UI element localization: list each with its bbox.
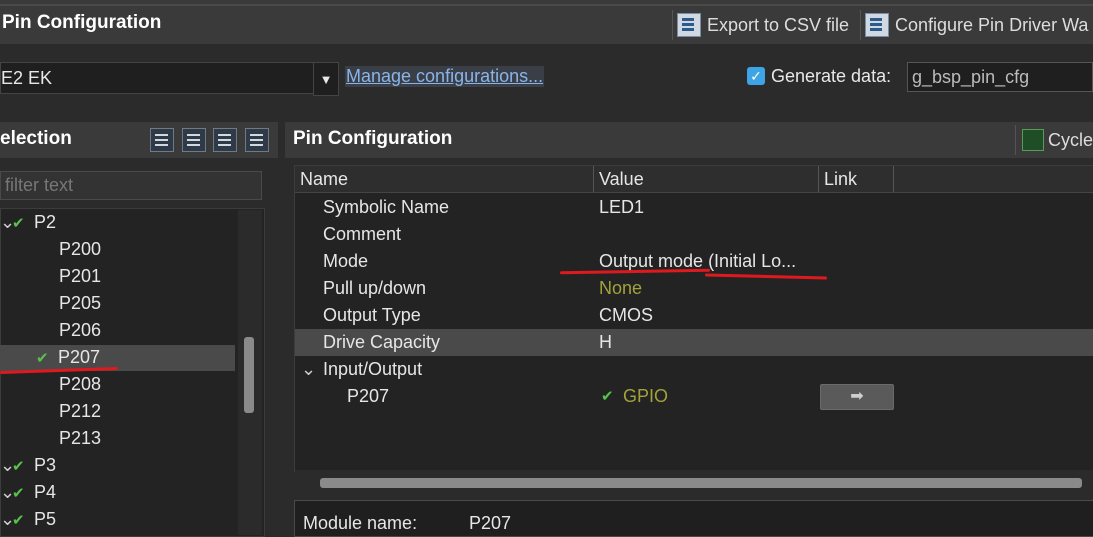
tree-item-label: P201 <box>59 266 102 286</box>
property-name: Symbolic Name <box>323 197 450 217</box>
tree-item-label: P205 <box>59 293 102 313</box>
tree-item-p207[interactable]: ✔ P207 <box>36 344 100 370</box>
generate-data-checkbox[interactable]: ✓ <box>747 67 765 85</box>
tree-item-label: P3 <box>34 455 57 475</box>
property-name: Drive Capacity <box>323 332 441 352</box>
expand-all-icon[interactable] <box>182 128 206 152</box>
cycle-icon <box>1022 129 1044 151</box>
tree-item-label: P200 <box>59 239 102 259</box>
check-icon: ✔ <box>12 215 25 232</box>
configure-driver-icon <box>865 13 889 37</box>
check-icon: ✓ <box>750 68 762 84</box>
tree-item-p200[interactable]: P200 <box>36 236 101 262</box>
tree-item-label: P5 <box>34 509 57 529</box>
check-icon: ✔ <box>601 388 614 405</box>
column-header-name[interactable]: Name <box>295 166 594 192</box>
list-view-icon[interactable] <box>150 128 174 152</box>
property-name: Mode <box>323 251 369 271</box>
tree-item-p3[interactable]: ⌄✔ P3 <box>0 452 56 478</box>
toolbar-divider <box>0 4 1093 6</box>
arrow-right-icon: ➡ <box>850 388 864 405</box>
property-name: Output Type <box>323 305 421 325</box>
property-name: P207 <box>347 386 390 406</box>
tree-item-p201[interactable]: P201 <box>36 263 101 289</box>
tree-item-p205[interactable]: P205 <box>36 290 101 316</box>
check-icon: ✔ <box>12 512 25 529</box>
module-name-value: P207 <box>469 513 512 533</box>
export-csv-icon <box>677 13 701 37</box>
property-value[interactable]: None <box>599 275 642 302</box>
check-icon: ✔ <box>36 350 49 367</box>
tree-item-p5[interactable]: ⌄✔ P5 <box>0 506 56 532</box>
configure-driver-label: Configure Pin Driver Wa <box>895 14 1089 35</box>
tree-item-label: P208 <box>59 374 102 394</box>
tree-item-p4[interactable]: ⌄✔ P4 <box>0 479 56 505</box>
manage-configurations-link[interactable]: Manage configurations... <box>345 66 545 87</box>
tree-item-label: P212 <box>59 401 102 421</box>
column-header-value[interactable]: Value <box>594 166 819 192</box>
tree-item-label: P207 <box>58 347 101 367</box>
property-value[interactable]: CMOS <box>599 302 653 329</box>
collapse-all-icon[interactable] <box>213 128 237 152</box>
tree-item-p206[interactable]: P206 <box>36 317 101 343</box>
chevron-down-icon[interactable]: ⌄ <box>0 479 15 505</box>
tree-item-p2[interactable]: ⌄✔ P2 <box>0 209 56 235</box>
column-header-link[interactable]: Link <box>819 166 894 192</box>
property-name: Comment <box>323 224 402 244</box>
property-value[interactable]: GPIO <box>623 383 668 410</box>
page-title: Pin Configuration <box>2 12 162 33</box>
chevron-down-icon[interactable]: ⌄ <box>0 506 15 532</box>
chevron-down-icon[interactable]: ⌄ <box>0 452 15 478</box>
generate-data-label: Generate data: <box>771 66 892 86</box>
property-name: Pull up/down <box>323 278 427 298</box>
check-icon: ✔ <box>12 458 25 475</box>
goto-link-button[interactable]: ➡ <box>820 384 894 410</box>
configuration-select-value: E2 EK <box>1 67 53 88</box>
property-name: Input/Output <box>323 359 423 379</box>
configuration-select[interactable]: E2 EK <box>0 62 314 94</box>
export-csv-label: Export to CSV file <box>707 14 850 35</box>
tree-item-label: P4 <box>34 482 57 502</box>
tree-item-p208[interactable]: P208 <box>36 371 101 397</box>
generate-data-input[interactable]: g_bsp_pin_cfg <box>907 62 1093 92</box>
filter-input[interactable]: filter text <box>0 171 262 200</box>
chevron-down-icon[interactable]: ▼ <box>313 62 339 96</box>
cycle-label: Cycle <box>1048 129 1093 150</box>
property-value[interactable]: LED1 <box>599 194 644 221</box>
pin-configuration-title: Pin Configuration <box>293 128 453 149</box>
cycle-button[interactable]: Cycle <box>1015 125 1093 155</box>
table-horizontal-scrollbar-thumb[interactable] <box>320 478 1082 488</box>
export-csv-button[interactable]: Export to CSV file <box>672 10 862 40</box>
chevron-down-icon[interactable]: ⌄ <box>0 209 15 235</box>
pin-selection-title: election <box>0 128 72 149</box>
tree-item-label: P2 <box>34 212 57 232</box>
tree-item-label: P206 <box>59 320 102 340</box>
tree-item-p213[interactable]: P213 <box>36 425 101 451</box>
chevron-down-icon[interactable]: ⌄ <box>301 356 316 383</box>
configure-pin-driver-button[interactable]: Configure Pin Driver Wa <box>860 10 1093 40</box>
sort-icon[interactable] <box>245 128 269 152</box>
tree-item-label: P213 <box>59 428 102 448</box>
tree-scrollbar-thumb[interactable] <box>244 337 254 413</box>
check-icon: ✔ <box>12 485 25 502</box>
tree-item-p212[interactable]: P212 <box>36 398 101 424</box>
module-name-label: Module name: <box>303 513 418 533</box>
property-value[interactable]: H <box>599 329 612 356</box>
